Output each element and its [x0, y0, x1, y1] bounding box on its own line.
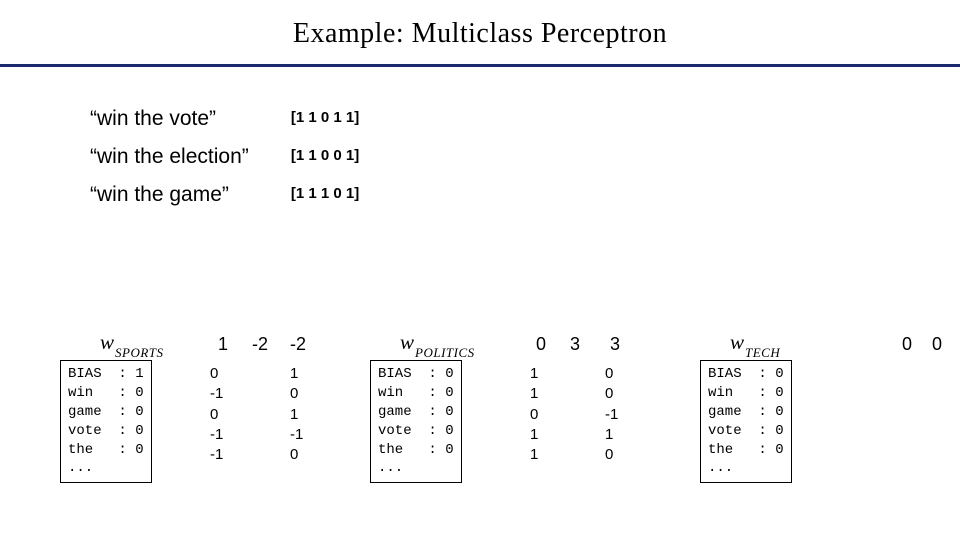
tech-table: BIAS : 0 win : 0 game : 0 vote : 0 the :… [700, 360, 792, 483]
politics-col-a: 1 1 0 1 1 [530, 364, 538, 465]
example-row: “win the game” [1 1 1 0 1] [90, 183, 960, 207]
examples-block: “win the vote” [1 1 0 1 1] “win the elec… [90, 107, 960, 207]
w-tech-label: wTECH [730, 330, 779, 358]
politics-col-b: 0 0 -1 1 0 [605, 364, 618, 465]
sports-score-3: -2 [290, 334, 306, 355]
example-row: “win the election” [1 1 0 0 1] [90, 145, 960, 169]
title-rule [0, 64, 960, 67]
example-phrase: “win the game” [90, 183, 285, 207]
example-phrase: “win the vote” [90, 107, 285, 131]
w-politics-label: wPOLITICS [400, 330, 474, 358]
example-vector: [1 1 1 0 1] [291, 185, 359, 202]
example-vector: [1 1 0 1 1] [291, 109, 359, 126]
sports-score-1: 1 [218, 334, 228, 355]
example-row: “win the vote” [1 1 0 1 1] [90, 107, 960, 131]
example-vector: [1 1 0 0 1] [291, 147, 359, 164]
tech-score-2: 0 [932, 334, 942, 355]
weights-area: wSPORTS 1 -2 -2 BIAS : 1 win : 0 game : … [0, 330, 960, 530]
w-letter: w [400, 330, 414, 354]
sports-table: BIAS : 1 win : 0 game : 0 vote : 0 the :… [60, 360, 152, 483]
sports-col-a: 0 -1 0 -1 -1 [210, 364, 223, 465]
politics-table: BIAS : 0 win : 0 game : 0 vote : 0 the :… [370, 360, 462, 483]
w-subscript: TECH [745, 345, 780, 360]
w-subscript: SPORTS [115, 345, 164, 360]
politics-score-1: 0 [536, 334, 546, 355]
sports-score-2: -2 [252, 334, 268, 355]
w-letter: w [730, 330, 744, 354]
example-phrase: “win the election” [90, 145, 285, 169]
w-subscript: POLITICS [415, 345, 475, 360]
politics-score-3: 3 [610, 334, 620, 355]
tech-score-1: 0 [902, 334, 912, 355]
sports-col-b: 1 0 1 -1 0 [290, 364, 303, 465]
w-sports-label: wSPORTS [100, 330, 163, 358]
politics-score-2: 3 [570, 334, 580, 355]
slide-title: Example: Multiclass Perceptron [0, 0, 960, 64]
w-letter: w [100, 330, 114, 354]
